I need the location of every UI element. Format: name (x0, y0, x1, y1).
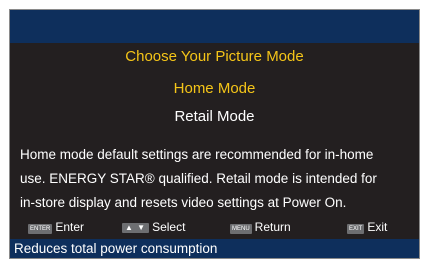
nav-select[interactable]: ▲ ▼ Select (122, 218, 185, 236)
exit-key-icon: EXIT (347, 224, 365, 234)
up-down-arrows-icon: ▲ ▼ (122, 223, 150, 233)
status-bar: Reduces total power consumption (10, 239, 419, 258)
option-retail-mode[interactable]: Retail Mode (10, 108, 419, 126)
nav-enter[interactable]: ENTER Enter (28, 218, 84, 236)
menu-key-icon: MENU (230, 224, 252, 234)
nav-exit-label: Exit (367, 220, 388, 234)
top-bar (10, 10, 419, 43)
option-home-mode[interactable]: Home Mode (10, 80, 419, 98)
dialog-title: Choose Your Picture Mode (125, 48, 304, 65)
enter-key-icon: ENTER (28, 224, 53, 234)
nav-exit[interactable]: EXIT Exit (347, 218, 387, 236)
description-line: use. ENERGY STAR® qualified. Retail mode… (20, 171, 377, 186)
description-line: in-store display and resets video settin… (20, 195, 347, 210)
nav-return-label: Return (254, 220, 291, 234)
nav-enter-label: Enter (55, 220, 85, 234)
description-line: Home mode default settings are recommend… (20, 147, 374, 162)
navigation-hints: ENTER Enter ▲ ▼ Select MENU Return EXIT Exit (10, 218, 419, 236)
picture-mode-dialog: Choose Your Picture Mode Home Mode Retai… (9, 9, 420, 259)
mode-description: Home mode default settings are recommend… (20, 143, 415, 215)
nav-select-label: Select (152, 220, 186, 234)
nav-return[interactable]: MENU Return (230, 218, 291, 236)
